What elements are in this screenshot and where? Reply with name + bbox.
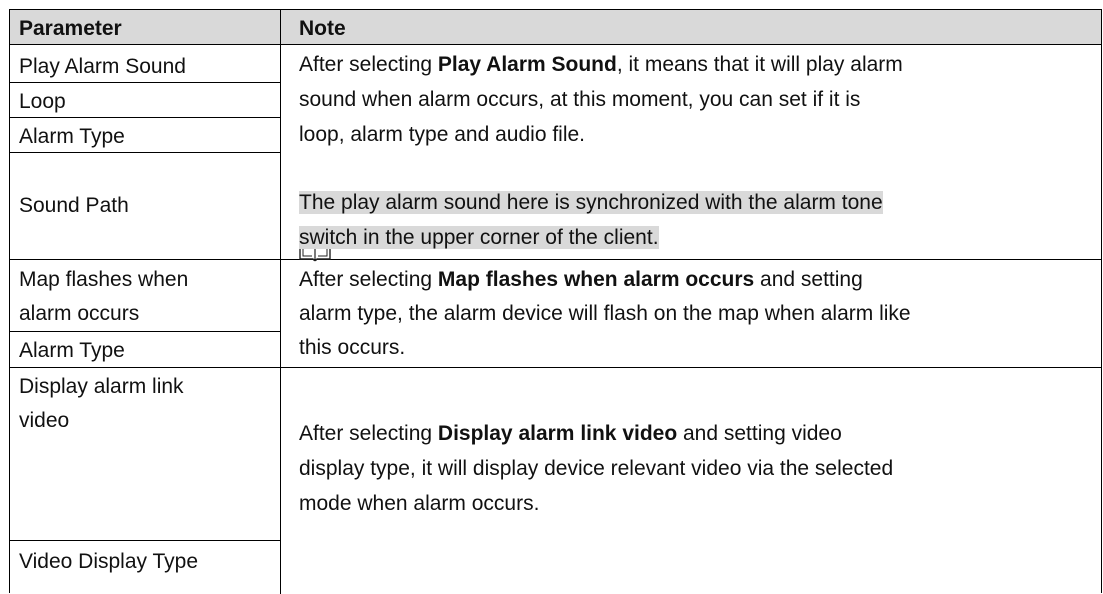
param-play-alarm-sound: Play Alarm Sound — [19, 55, 186, 78]
table-header-row: Parameter Note — [10, 10, 1101, 45]
param-alarm-type-2: Alarm Type — [19, 339, 125, 362]
note-group3-line3: mode when alarm occurs. — [299, 492, 540, 515]
note-group3-line1: After selecting Display alarm link video… — [299, 422, 842, 445]
row-divider — [10, 82, 280, 83]
note-group1-line1: After selecting Play Alarm Sound, it mea… — [299, 53, 903, 76]
group-divider — [10, 259, 1101, 260]
row-divider — [10, 152, 280, 153]
param-display-link-line1: Display alarm link — [19, 375, 184, 398]
row-divider — [10, 117, 280, 118]
param-alarm-type: Alarm Type — [19, 125, 125, 148]
note-group1-line3: loop, alarm type and audio file. — [299, 123, 586, 146]
param-video-display-type: Video Display Type — [19, 550, 199, 573]
header-parameter: Parameter — [19, 17, 122, 40]
highlighted-note: switch in the upper corner of the client… — [299, 226, 659, 249]
note-group1-line5: switch in the upper corner of the client… — [299, 221, 659, 255]
param-sound-path: Sound Path — [19, 194, 129, 217]
param-loop: Loop — [19, 90, 66, 113]
note-group2-line3: this occurs. — [299, 336, 406, 359]
note-group2-line2: alarm type, the alarm device will flash … — [299, 302, 911, 325]
row-divider — [10, 540, 280, 541]
note-group1-line2: sound when alarm occurs, at this moment,… — [299, 88, 861, 111]
note-group1-line4: The play alarm sound here is synchronize… — [299, 186, 883, 220]
row-divider — [10, 331, 280, 332]
note-bold-term: Display alarm link video — [437, 422, 678, 445]
param-map-flashes-line1: Map flashes when — [19, 268, 189, 291]
param-display-link-line2: video — [19, 409, 70, 432]
param-map-flashes-line2: alarm occurs — [19, 302, 140, 325]
group-divider — [10, 367, 1101, 368]
note-group3-line2: display type, it will display device rel… — [299, 457, 894, 480]
parameter-table: Parameter Note Play Alarm Sound Loop Ala… — [9, 9, 1102, 594]
column-divider — [280, 10, 281, 594]
header-note: Note — [299, 17, 346, 40]
note-bold-term: Map flashes when alarm occurs — [437, 268, 755, 291]
note-group2-line1: After selecting Map flashes when alarm o… — [299, 268, 863, 291]
note-bold-term: Play Alarm Sound — [437, 53, 617, 76]
highlighted-note: The play alarm sound here is synchronize… — [299, 191, 883, 214]
